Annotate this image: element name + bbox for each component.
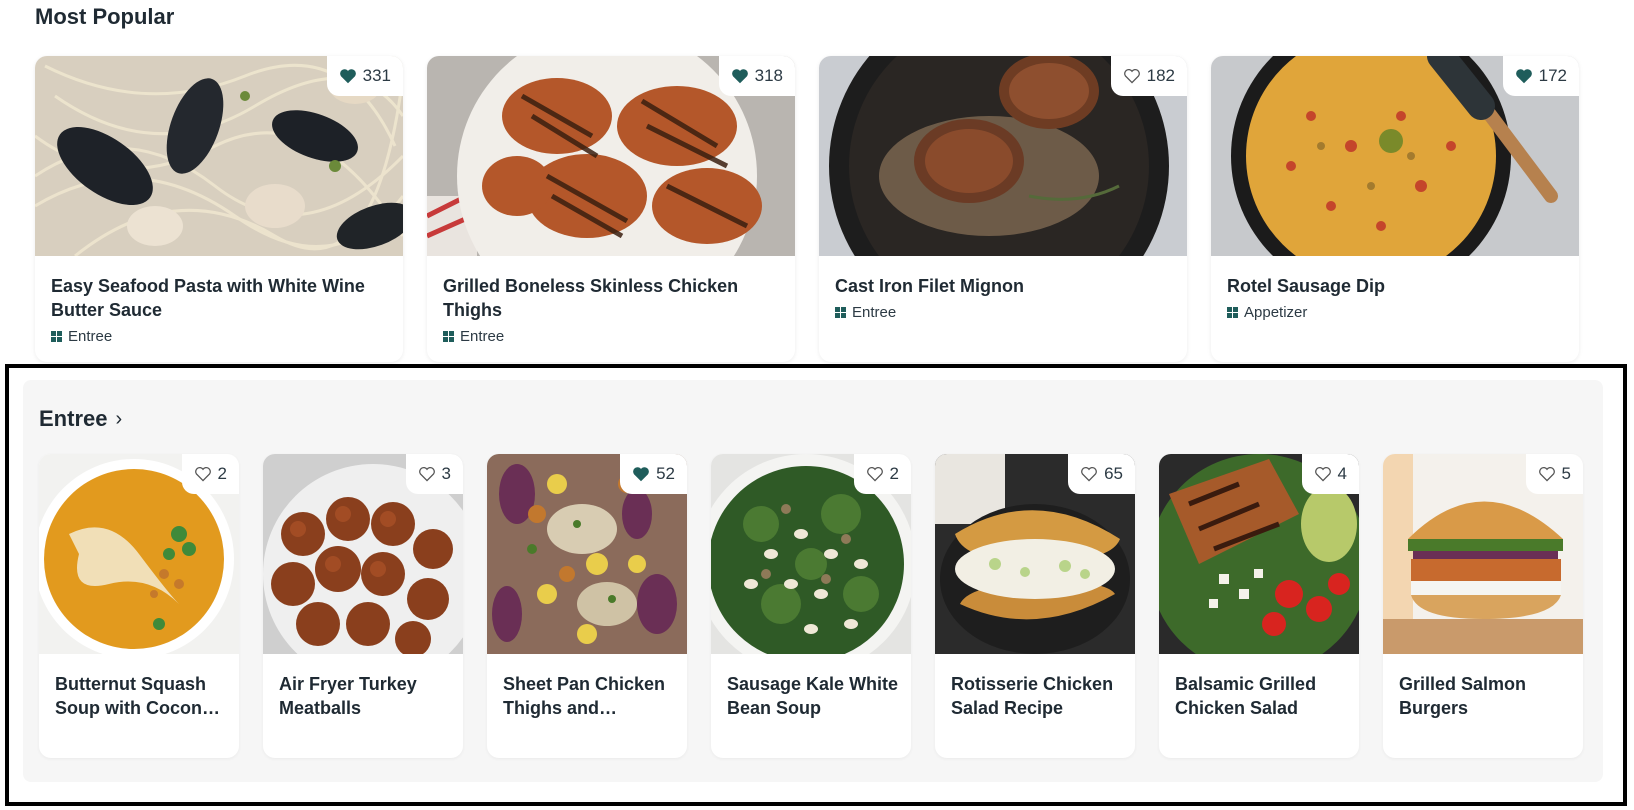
likes-count: 2 (889, 464, 899, 483)
heart-outline-icon[interactable] (866, 466, 884, 482)
page: Most Popular 331 Easy Seafood Pasta with… (0, 0, 1634, 810)
category-label: Entree (852, 304, 897, 321)
likes-badge[interactable]: 331 (326, 56, 403, 96)
recipe-image-grilled-chicken-thighs[interactable]: 318 (427, 56, 795, 326)
category-grid-icon (1227, 307, 1238, 318)
recipe-card-sheet-pan-chicken-thighs[interactable]: 52 Sheet Pan Chicken Thighs and… (487, 454, 687, 758)
recipe-title[interactable]: Grilled Boneless Skinless Chicken Thighs (443, 274, 775, 322)
category-grid-icon (51, 331, 62, 342)
recipe-image-sheet-pan-chicken-thighs[interactable]: 52 (487, 454, 687, 654)
likes-count: 5 (1561, 464, 1571, 483)
likes-count: 3 (441, 464, 451, 483)
recipe-image-rotisserie-chicken-salad[interactable]: 65 (935, 454, 1135, 654)
category-grid-icon (443, 331, 454, 342)
entree-heading: Entree (39, 406, 108, 431)
recipe-title[interactable]: Air Fryer Turkey Meatballs (279, 672, 451, 720)
recipe-card-seafood-pasta[interactable]: 331 Easy Seafood Pasta with White Wine B… (35, 56, 403, 362)
likes-badge[interactable]: 5 (1525, 454, 1583, 494)
recipe-image-rotel-sausage-dip[interactable]: 172 (1211, 56, 1579, 296)
recipe-image-grilled-salmon-burgers[interactable]: 5 (1383, 454, 1583, 654)
recipe-image-balsamic-grilled-chicken-salad[interactable]: 4 (1159, 454, 1359, 674)
category-label: Entree (68, 328, 113, 345)
heart-outline-icon[interactable] (418, 466, 436, 482)
heart-filled-icon[interactable] (632, 466, 650, 482)
category-grid-icon (835, 307, 846, 318)
chevron-right-icon: › (115, 407, 123, 430)
recipe-title[interactable]: Balsamic Grilled Chicken Salad (1175, 672, 1347, 720)
heart-outline-icon[interactable] (1123, 68, 1141, 84)
likes-badge[interactable]: 2 (853, 454, 911, 494)
likes-badge[interactable]: 182 (1110, 56, 1187, 96)
likes-badge[interactable]: 52 (620, 454, 687, 494)
likes-badge[interactable]: 3 (405, 454, 463, 494)
recipe-image-cast-iron-filet-mignon[interactable]: 182 (819, 56, 1187, 336)
recipe-card-air-fryer-turkey-meatballs[interactable]: 3 Air Fryer Turkey Meatballs (263, 454, 463, 758)
recipe-title[interactable]: Butternut Squash Soup with Cocon… (55, 672, 227, 720)
likes-count: 182 (1146, 66, 1175, 85)
likes-badge[interactable]: 172 (1502, 56, 1579, 96)
recipe-category: Appetizer (1227, 304, 1307, 321)
entree-section-highlight: Entree › 2 Butternut Squash Soup with Co… (5, 364, 1627, 806)
recipe-title[interactable]: Rotel Sausage Dip (1227, 274, 1559, 298)
recipe-image-air-fryer-turkey-meatballs[interactable]: 3 (263, 454, 463, 684)
recipe-title[interactable]: Grilled Salmon Burgers (1399, 672, 1571, 720)
likes-badge[interactable]: 2 (181, 454, 239, 494)
recipe-card-grilled-chicken-thighs[interactable]: 318 Grilled Boneless Skinless Chicken Th… (427, 56, 795, 362)
heart-outline-icon[interactable] (194, 466, 212, 482)
recipe-title[interactable]: Sheet Pan Chicken Thighs and… (503, 672, 675, 720)
recipe-image-seafood-pasta[interactable]: 331 (35, 56, 403, 258)
recipe-image-sausage-kale-white-bean-soup[interactable]: 2 (711, 454, 911, 674)
category-label: Appetizer (1244, 304, 1308, 321)
recipe-category: Entree (835, 304, 896, 321)
recipe-title[interactable]: Cast Iron Filet Mignon (835, 274, 1167, 298)
recipe-title[interactable]: Rotisserie Chicken Salad Recipe (951, 672, 1123, 720)
likes-count: 52 (656, 464, 675, 483)
heart-filled-icon[interactable] (731, 68, 749, 84)
category-label: Entree (460, 328, 505, 345)
likes-count: 331 (362, 66, 391, 85)
heart-outline-icon[interactable] (1314, 466, 1332, 482)
recipe-card-rotel-sausage-dip[interactable]: 172 Rotel Sausage Dip Appetizer (1211, 56, 1579, 362)
likes-count: 4 (1337, 464, 1347, 483)
likes-count: 65 (1104, 464, 1123, 483)
recipe-card-balsamic-grilled-chicken-salad[interactable]: 4 Balsamic Grilled Chicken Salad (1159, 454, 1359, 758)
recipe-card-rotisserie-chicken-salad[interactable]: 65 Rotisserie Chicken Salad Recipe (935, 454, 1135, 758)
likes-badge[interactable]: 4 (1301, 454, 1359, 494)
likes-count: 2 (217, 464, 227, 483)
most-popular-row: 331 Easy Seafood Pasta with White Wine B… (35, 56, 1579, 362)
recipe-title[interactable]: Sausage Kale White Bean Soup (727, 672, 899, 720)
likes-count: 172 (1538, 66, 1567, 85)
recipe-card-grilled-salmon-burgers[interactable]: 5 Grilled Salmon Burgers (1383, 454, 1583, 758)
heart-outline-icon[interactable] (1080, 466, 1098, 482)
recipe-card-butternut-squash-soup[interactable]: 2 Butternut Squash Soup with Cocon… (39, 454, 239, 758)
recipe-card-cast-iron-filet-mignon[interactable]: 182 Cast Iron Filet Mignon Entree (819, 56, 1187, 362)
recipe-category: Entree (51, 328, 112, 345)
recipe-category: Entree (443, 328, 504, 345)
entree-carousel: 2 Butternut Squash Soup with Cocon… 3 Ai… (39, 454, 1583, 758)
most-popular-heading: Most Popular (35, 4, 175, 29)
heart-outline-icon[interactable] (1538, 466, 1556, 482)
likes-count: 318 (754, 66, 783, 85)
likes-badge[interactable]: 318 (718, 56, 795, 96)
recipe-title[interactable]: Easy Seafood Pasta with White Wine Butte… (51, 274, 383, 322)
heart-filled-icon[interactable] (339, 68, 357, 84)
recipe-image-butternut-squash-soup[interactable]: 2 (39, 454, 239, 659)
entree-heading-link[interactable]: Entree › (39, 406, 122, 432)
heart-filled-icon[interactable] (1515, 68, 1533, 84)
likes-badge[interactable]: 65 (1068, 454, 1135, 494)
recipe-card-sausage-kale-white-bean-soup[interactable]: 2 Sausage Kale White Bean Soup (711, 454, 911, 758)
